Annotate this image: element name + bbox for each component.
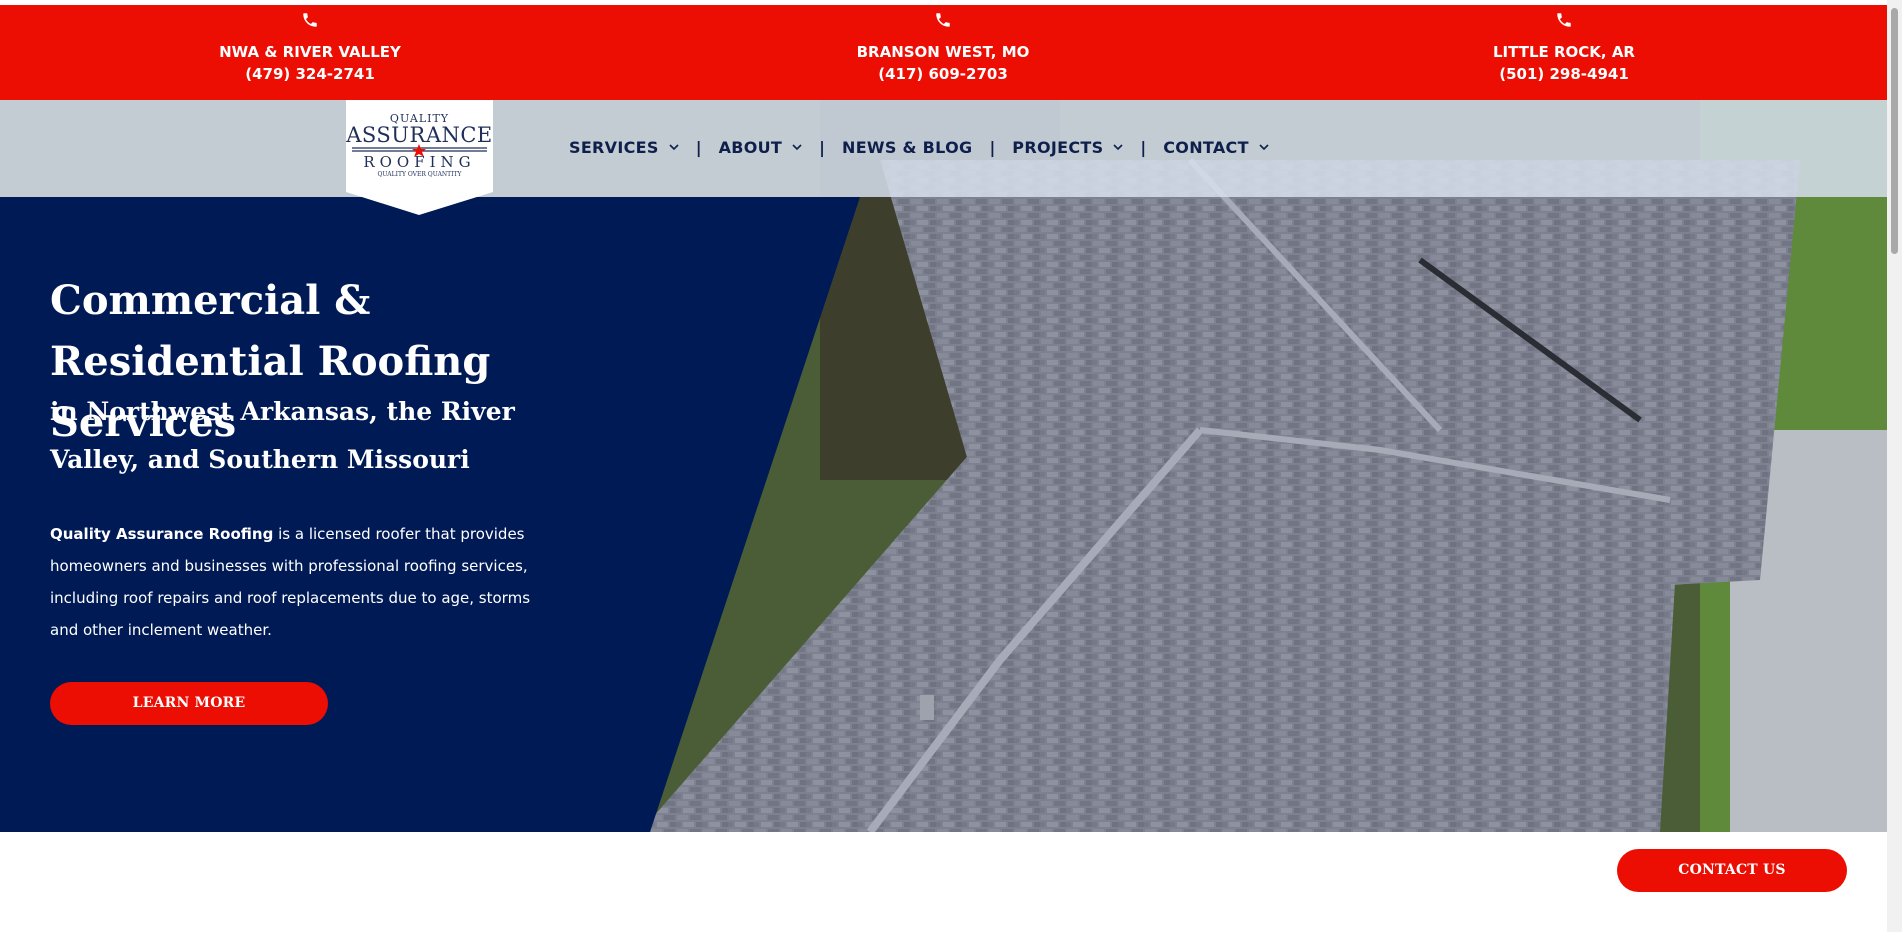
primary-nav: SERVICES | ABOUT | NEWS & BLOG | PROJECT… xyxy=(569,135,1269,159)
site-logo[interactable]: QUALITY ASSURANCE ROOFING QUALITY OVER Q… xyxy=(346,100,493,215)
top-contact-bar: NWA & RIVER VALLEY (479) 324-2741 BRANSO… xyxy=(0,5,1887,100)
location-little-rock[interactable]: LITTLE ROCK, AR (501) 298-4941 xyxy=(1414,5,1714,85)
hero-section: QUALITY ASSURANCE ROOFING QUALITY OVER Q… xyxy=(0,100,1887,832)
page-scrollbar[interactable] xyxy=(1887,0,1902,932)
phone-icon xyxy=(303,13,317,27)
intro-company-name: Quality Assurance Roofing xyxy=(50,525,274,543)
hero-subheadline: in Northwest Arkansas, the River Valley,… xyxy=(50,397,515,474)
nav-projects[interactable]: PROJECTS xyxy=(1012,138,1123,157)
nav-about-label: ABOUT xyxy=(718,137,783,157)
nav-separator: | xyxy=(695,137,702,157)
scrollbar-thumb[interactable] xyxy=(1891,8,1898,254)
nav-services-label: SERVICES xyxy=(569,137,659,157)
nav-news-blog[interactable]: NEWS & BLOG xyxy=(842,138,972,157)
nav-contact[interactable]: CONTACT xyxy=(1163,138,1269,157)
phone-icon xyxy=(936,13,950,27)
location-name: NWA & RIVER VALLEY xyxy=(219,43,401,61)
logo-tagline: QUALITY OVER QUANTITY xyxy=(377,171,462,178)
location-phone-link[interactable]: (501) 298-4941 xyxy=(1414,63,1714,85)
location-branson[interactable]: BRANSON WEST, MO (417) 609-2703 xyxy=(793,5,1093,85)
location-phone-link[interactable]: (479) 324-2741 xyxy=(160,63,460,85)
nav-services[interactable]: SERVICES xyxy=(569,138,679,157)
location-name: BRANSON WEST, MO xyxy=(856,43,1030,61)
nav-separator: | xyxy=(989,137,996,157)
nav-contact-label: CONTACT xyxy=(1163,137,1249,157)
chevron-down-icon xyxy=(669,143,679,150)
nav-news-label: NEWS & BLOG xyxy=(842,137,973,157)
nav-about[interactable]: ABOUT xyxy=(719,138,803,157)
learn-more-button[interactable]: LEARN MORE xyxy=(50,682,328,725)
location-nwa[interactable]: NWA & RIVER VALLEY (479) 324-2741 xyxy=(160,5,460,85)
nav-separator: | xyxy=(819,137,825,157)
nav-projects-label: PROJECTS xyxy=(1012,137,1104,157)
hero-intro: Quality Assurance Roofing is a licensed … xyxy=(50,518,550,646)
location-phone-link[interactable]: (417) 609-2703 xyxy=(793,63,1093,85)
logo-text-roofing: ROOFING xyxy=(363,153,476,171)
logo-text-assurance: ASSURANCE xyxy=(346,123,493,147)
phone-icon xyxy=(1557,13,1571,27)
chevron-down-icon xyxy=(1259,143,1269,150)
location-name: LITTLE ROCK, AR xyxy=(1493,43,1635,61)
contact-us-button[interactable]: CONTACT US xyxy=(1617,849,1847,892)
chevron-down-icon xyxy=(792,143,802,150)
chevron-down-icon xyxy=(1113,143,1123,150)
nav-separator: | xyxy=(1140,137,1147,157)
